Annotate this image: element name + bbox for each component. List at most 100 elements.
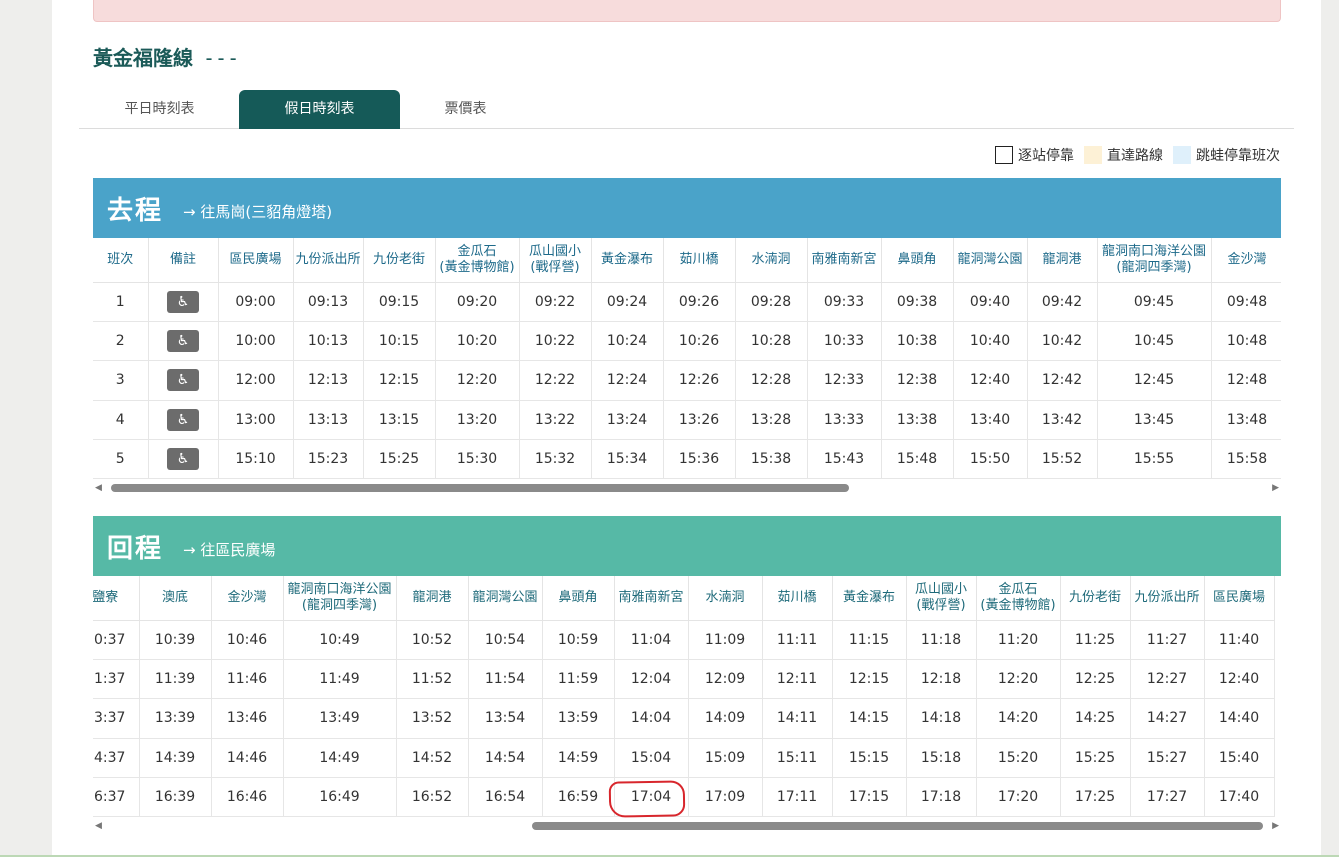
time-cell: 17:27 [1130, 777, 1205, 818]
table-row: 10:3710:3910:4610:4910:5210:5410:5911:04… [93, 620, 1275, 660]
time-cell: 12:00 [218, 360, 294, 401]
time-cell: 15:30 [435, 439, 520, 480]
time-cell: 13:45 [1097, 400, 1212, 441]
time-cell: 17:15 [832, 777, 907, 818]
time-cell: 14:25 [1060, 698, 1131, 739]
time-cell: 14:46 [211, 738, 284, 779]
return-scroll-thumb[interactable] [532, 822, 1263, 831]
scroll-right-arrow-icon[interactable]: ▶ [1272, 483, 1279, 493]
time-cell: 11:04 [614, 620, 689, 660]
time-cell: 09:20 [435, 282, 520, 322]
time-cell: 13:40 [953, 400, 1028, 441]
column-header: 九份老街 [1060, 576, 1131, 621]
time-cell: 12:25 [1060, 659, 1131, 700]
time-cell: 13:26 [663, 400, 736, 441]
time-cell: 14:54 [468, 738, 543, 779]
time-cell: 10:48 [1211, 321, 1281, 362]
time-cell: 14:37 [93, 738, 140, 779]
column-header: 龍洞港 [1027, 238, 1098, 283]
table-row: 1 ♿ 09:00 09:13 09:15 09:20 09:22 09:24 09:26 09:… [93, 282, 1281, 322]
time-cell: 15:50 [953, 439, 1028, 480]
time-cell: 12:09 [688, 659, 763, 700]
time-cell: 15:20 [976, 738, 1061, 779]
outbound-scroll-thumb[interactable] [111, 484, 849, 493]
time-cell: 09:45 [1097, 282, 1212, 322]
column-header: 班次 [93, 238, 149, 283]
time-cell: 15:04 [614, 738, 689, 779]
time-cell: 10:46 [211, 620, 284, 660]
column-header: 水湳洞 [735, 238, 808, 283]
scroll-right-arrow-icon[interactable]: ▶ [1272, 821, 1279, 831]
time-cell: 12:15 [363, 360, 436, 401]
time-cell: 13:33 [807, 400, 882, 441]
column-header: 龍洞港 [396, 576, 469, 621]
time-cell: 16:49 [283, 777, 397, 818]
outbound-scrollbar[interactable]: ◀ ▶ [93, 479, 1281, 497]
tab-holiday[interactable]: 假日時刻表 [239, 90, 400, 129]
time-cell: 15:10 [218, 439, 294, 480]
column-header: 南雅南新宮 [614, 576, 689, 621]
return-scrollbar[interactable]: ◀ ▶ [93, 817, 1281, 835]
time-cell: 13:28 [735, 400, 808, 441]
outbound-section: 去程 → 往馬崗(三貂角燈塔) 班次 備註 區民廣場 九份派出所 九份老街 金瓜石 (黃金… [93, 178, 1281, 497]
time-cell: 15:15 [832, 738, 907, 779]
time-cell: 11:54 [468, 659, 543, 700]
time-cell: 15:38 [735, 439, 808, 480]
time-cell: 12:45 [1097, 360, 1212, 401]
column-header: 龍洞南口海洋公園 (龍洞四季灣) [1097, 238, 1212, 283]
scroll-left-arrow-icon[interactable]: ◀ [95, 483, 102, 493]
time-cell: 13:46 [211, 698, 284, 739]
legend-swatch-direct [1084, 146, 1102, 164]
column-header: 茹川橋 [762, 576, 833, 621]
time-cell: 12:13 [293, 360, 364, 401]
return-table-scroll[interactable]: 鹽寮 澳底 金沙灣 龍洞南口海洋公園 (龍洞四季灣) 龍洞港 龍洞灣公園 鼻頭角 南雅南新宮水… [93, 576, 1281, 818]
column-header: 九份派出所 [1130, 576, 1205, 621]
time-cell: 15:36 [663, 439, 736, 480]
time-cell: 11:25 [1060, 620, 1131, 660]
time-cell: 17:04 [614, 777, 689, 818]
time-cell: 14:49 [283, 738, 397, 779]
time-cell: 15:58 [1211, 439, 1281, 480]
time-cell: 09:15 [363, 282, 436, 322]
outbound-direction: → 往馬崗(三貂角燈塔) [183, 202, 333, 221]
time-cell: 15:48 [881, 439, 954, 480]
outbound-table-scroll[interactable]: 班次 備註 區民廣場 九份派出所 九份老街 金瓜石 (黃金博物館) 瓜山國小 (戰俘營) 黃金… [93, 238, 1281, 480]
tab-weekday[interactable]: 平日時刻表 [79, 90, 240, 129]
time-cell: 12:40 [953, 360, 1028, 401]
time-cell: 14:15 [832, 698, 907, 739]
time-cell: 16:37 [93, 777, 140, 818]
table-row: 5 ♿ 15:10 15:23 15:25 15:30 15:32 15:34 15:36 15:… [93, 439, 1281, 480]
time-cell: 12:33 [807, 360, 882, 401]
time-cell: 13:42 [1027, 400, 1098, 441]
time-cell: 12:20 [976, 659, 1061, 700]
legend-direct: 直達路線 [1084, 145, 1163, 165]
time-cell: 13:20 [435, 400, 520, 441]
time-cell: 13:38 [881, 400, 954, 441]
legend-label: 直達路線 [1107, 148, 1163, 164]
column-header: 備註 [148, 238, 219, 283]
column-header: 區民廣場 [218, 238, 294, 283]
time-cell: 16:39 [139, 777, 212, 818]
time-cell: 13:52 [396, 698, 469, 739]
time-cell: 09:42 [1027, 282, 1098, 322]
time-cell: 13:59 [542, 698, 615, 739]
table-row: 13:3713:3913:4613:4913:5213:5413:5914:04… [93, 698, 1275, 739]
time-cell: 10:39 [139, 620, 212, 660]
time-cell: 13:00 [218, 400, 294, 441]
time-cell: 11:18 [906, 620, 977, 660]
return-section: 回程 → 往區民廣場 鹽寮 澳底 金沙灣 龍洞南口海洋公園 (龍洞四季灣) 龍洞港 龍洞灣… [93, 516, 1281, 835]
time-cell: 15:40 [1204, 738, 1275, 779]
time-cell: 15:11 [762, 738, 833, 779]
time-cell: 15:25 [1060, 738, 1131, 779]
tab-fares[interactable]: 票價表 [385, 90, 546, 129]
time-cell: 11:11 [762, 620, 833, 660]
outbound-heading: 去程 [107, 195, 164, 226]
note-cell: ♿ [148, 400, 219, 441]
scroll-left-arrow-icon[interactable]: ◀ [95, 821, 102, 831]
column-header: 金瓜石 (黃金博物館) [435, 238, 520, 283]
time-cell: 17:40 [1204, 777, 1275, 818]
alert-banner [93, 0, 1281, 22]
time-cell: 15:09 [688, 738, 763, 779]
wheelchair-icon: ♿ [167, 408, 199, 431]
time-cell: 12:26 [663, 360, 736, 401]
